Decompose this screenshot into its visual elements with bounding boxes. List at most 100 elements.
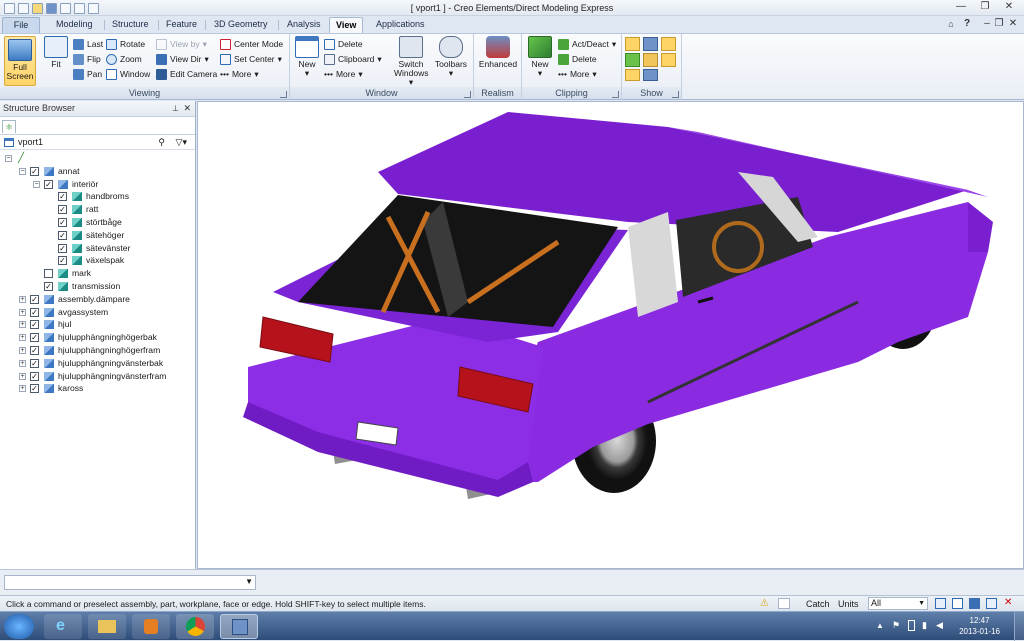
status-tool-icon[interactable] xyxy=(935,598,946,609)
switch-windows-button[interactable]: Switch Windows ▾ xyxy=(394,36,428,87)
visibility-checkbox[interactable]: ✓ xyxy=(30,307,39,317)
new-clip-button[interactable]: New ▾ xyxy=(526,36,554,78)
tree-node[interactable]: ✓ växelspak xyxy=(0,254,195,267)
find-icon[interactable]: ⚲ xyxy=(158,135,165,149)
visibility-checkbox[interactable]: ✓ xyxy=(30,166,39,176)
tree-node[interactable]: ✓ ratt xyxy=(0,203,195,216)
tab-applications[interactable]: Applications xyxy=(370,17,431,33)
visibility-checkbox[interactable]: ✓ xyxy=(30,345,39,355)
tab-modeling[interactable]: Modeling xyxy=(50,17,99,33)
visibility-checkbox[interactable]: ✓ xyxy=(30,320,39,330)
tree-node[interactable]: − ✓ interiör xyxy=(0,178,195,191)
tab-structure[interactable]: Structure xyxy=(106,17,155,33)
tray-arrow-icon[interactable]: ▲ xyxy=(876,621,884,630)
battery-icon[interactable] xyxy=(908,620,915,631)
network-icon[interactable]: ▮ xyxy=(922,620,927,631)
rotate-button[interactable]: Rotate xyxy=(106,38,145,51)
browser-close-icon[interactable]: ✕ xyxy=(183,101,191,116)
status-tool-icon[interactable] xyxy=(969,598,980,609)
file-explorer-icon[interactable] xyxy=(88,614,126,639)
show-parts-icon[interactable] xyxy=(643,53,658,67)
edit-camera-button[interactable]: Edit Camera xyxy=(156,68,217,81)
visibility-checkbox[interactable]: ✓ xyxy=(58,256,67,266)
tree-node[interactable]: ✓ störtbåge xyxy=(0,216,195,229)
set-center-button[interactable]: Set Center ▾ xyxy=(220,53,282,66)
collapse-icon[interactable]: − xyxy=(5,155,12,162)
units-label[interactable]: Units xyxy=(838,599,859,609)
tab-feature[interactable]: Feature xyxy=(160,17,203,33)
expand-icon[interactable]: + xyxy=(19,321,26,329)
status-tool-icon[interactable] xyxy=(986,598,997,609)
more-clip-button[interactable]: ••• More ▾ xyxy=(558,68,597,81)
filter-icon[interactable]: ▽▾ xyxy=(176,135,187,149)
visibility-checkbox[interactable]: ✓ xyxy=(44,179,53,189)
minimize-button[interactable]: — xyxy=(950,0,972,15)
zoom-button[interactable]: Zoom xyxy=(106,53,142,66)
view-by-button[interactable]: View by ▾ xyxy=(156,38,207,51)
new-window-button[interactable]: New ▾ xyxy=(294,36,320,78)
media-player-icon[interactable] xyxy=(132,614,170,639)
visibility-checkbox[interactable]: ✓ xyxy=(58,217,67,227)
show-shaded-icon[interactable] xyxy=(625,37,640,51)
tree-node[interactable]: + ✓ hjul xyxy=(0,318,195,331)
visibility-checkbox[interactable]: ✓ xyxy=(30,371,39,381)
tree-node[interactable]: + ✓ hjulupphängninghögerbak xyxy=(0,331,195,344)
3d-viewport[interactable] xyxy=(197,101,1024,569)
doc-close-button[interactable]: ✕ xyxy=(1002,17,1024,32)
tree-node[interactable]: ✓ handbroms xyxy=(0,190,195,203)
expand-icon[interactable]: + xyxy=(19,372,26,380)
volume-icon[interactable]: ◀ xyxy=(936,620,943,631)
clipping-launcher[interactable] xyxy=(612,91,619,98)
act-deact-button[interactable]: Act/Deact ▾ xyxy=(558,38,616,51)
close-button[interactable]: ✕ xyxy=(998,0,1020,15)
tree-node[interactable]: ✓ sätehöger xyxy=(0,229,195,242)
tab-3d-geometry[interactable]: 3D Geometry xyxy=(208,17,274,33)
expand-icon[interactable]: + xyxy=(19,385,26,393)
catch-label[interactable]: Catch xyxy=(806,599,830,609)
chrome-icon[interactable] xyxy=(176,614,214,639)
visibility-checkbox[interactable]: ✓ xyxy=(30,333,39,343)
status-close-icon[interactable]: ✕ xyxy=(1004,597,1012,608)
visibility-checkbox[interactable]: ✓ xyxy=(30,358,39,368)
collapse-icon[interactable]: − xyxy=(19,167,26,175)
last-button[interactable]: Last xyxy=(73,38,103,51)
tree-node[interactable]: + ✓ hjulupphängningvänsterbak xyxy=(0,357,195,370)
help-icon[interactable]: ? xyxy=(956,17,978,32)
command-input[interactable]: ▼ xyxy=(4,575,256,590)
visibility-checkbox[interactable]: ✓ xyxy=(30,384,39,394)
tree-node[interactable]: + ✓ kaross xyxy=(0,382,195,395)
tree-root[interactable]: − ╱ xyxy=(0,152,195,165)
delete-clip-button[interactable]: Delete xyxy=(558,53,597,66)
delete-window-button[interactable]: Delete xyxy=(324,38,363,51)
show-desktop-button[interactable] xyxy=(1014,612,1024,641)
expand-icon[interactable]: + xyxy=(19,346,26,354)
car-model[interactable] xyxy=(198,102,1023,568)
tree-node[interactable]: ✓ sätevänster xyxy=(0,242,195,255)
expand-icon[interactable]: + xyxy=(19,334,26,342)
fit-button[interactable]: Fit xyxy=(42,36,70,69)
selection-filter-select[interactable]: All ▼ xyxy=(868,597,928,610)
tab-file[interactable]: File xyxy=(2,17,40,33)
collapse-icon[interactable]: − xyxy=(33,180,40,188)
tab-analysis[interactable]: Analysis xyxy=(281,17,327,33)
pan-button[interactable]: Pan xyxy=(73,68,102,81)
viewing-launcher[interactable] xyxy=(280,91,287,98)
show-workplane-icon[interactable] xyxy=(625,69,640,81)
show-launcher[interactable] xyxy=(672,91,679,98)
start-button[interactable] xyxy=(4,614,34,639)
tree-node[interactable]: + ✓ avgassystem xyxy=(0,306,195,319)
internet-explorer-icon[interactable]: e xyxy=(44,614,82,639)
tree-node[interactable]: ✓ transmission xyxy=(0,280,195,293)
tree-node[interactable]: + ✓ hjulupphängninghögerfram xyxy=(0,344,195,357)
show-edges-icon[interactable] xyxy=(643,37,658,51)
viewport-row[interactable]: vport1 ⚲ ▽▾ xyxy=(0,135,195,150)
tree-tab[interactable]: ⚛ xyxy=(2,120,16,133)
more-window-button[interactable]: ••• More ▾ xyxy=(324,68,363,81)
visibility-checkbox[interactable]: ✓ xyxy=(58,192,67,202)
show-hidden-icon[interactable] xyxy=(661,53,676,67)
tree-node[interactable]: mark xyxy=(0,267,195,280)
flag-icon[interactable]: ⚑ xyxy=(892,620,900,631)
full-screen-button[interactable]: Full Screen xyxy=(4,36,36,86)
tab-view[interactable]: View xyxy=(329,17,364,33)
visibility-checkbox[interactable] xyxy=(44,269,53,279)
